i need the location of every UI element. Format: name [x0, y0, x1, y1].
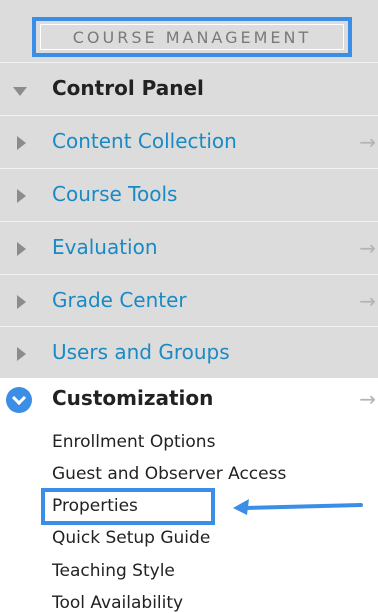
arrow-right-icon[interactable]: →	[359, 387, 376, 411]
menu-item-users-and-groups[interactable]: Users and Groups	[0, 326, 378, 379]
submenu-item-tool-availability[interactable]: Tool Availability	[52, 593, 183, 613]
header-highlight-box: COURSE MANAGEMENT	[32, 17, 352, 57]
menu-item-content-collection[interactable]: Content Collection →	[0, 115, 378, 168]
menu-item-label: Course Tools	[52, 182, 178, 206]
triangle-right-icon	[17, 189, 26, 203]
triangle-down-icon	[13, 87, 27, 96]
arrow-right-icon[interactable]: →	[359, 130, 376, 154]
menu-item-grade-center[interactable]: Grade Center →	[0, 274, 378, 327]
triangle-right-icon	[17, 136, 26, 150]
menu-item-label: Users and Groups	[52, 340, 230, 364]
collapse-circle-icon[interactable]	[6, 387, 32, 413]
submenu-item-guest-observer-access[interactable]: Guest and Observer Access	[52, 464, 286, 484]
arrow-right-icon[interactable]: →	[359, 289, 376, 313]
menu-item-evaluation[interactable]: Evaluation →	[0, 221, 378, 274]
menu-item-label: Content Collection	[52, 129, 237, 153]
triangle-right-icon	[17, 295, 26, 309]
arrow-right-icon[interactable]: →	[359, 236, 376, 260]
triangle-right-icon	[17, 242, 26, 256]
control-panel: COURSE MANAGEMENT Control Panel Content …	[0, 0, 378, 378]
menu-item-label: Evaluation	[52, 235, 158, 259]
menu-item-label: Grade Center	[52, 288, 187, 312]
submenu-item-quick-setup-guide[interactable]: Quick Setup Guide	[52, 528, 210, 548]
submenu-item-teaching-style[interactable]: Teaching Style	[52, 561, 175, 581]
submenu-item-enrollment-options[interactable]: Enrollment Options	[52, 432, 215, 452]
menu-item-course-tools[interactable]: Course Tools	[0, 168, 378, 221]
menu-item-label: Customization	[52, 386, 214, 410]
properties-highlight-box	[41, 488, 215, 525]
course-management-header: COURSE MANAGEMENT	[40, 24, 344, 50]
menu-item-control-panel[interactable]: Control Panel	[0, 62, 378, 115]
menu-item-customization[interactable]: Customization →	[0, 378, 378, 428]
triangle-right-icon	[17, 347, 26, 361]
menu-item-label: Control Panel	[52, 76, 204, 100]
pointer-arrow-icon	[233, 499, 363, 515]
